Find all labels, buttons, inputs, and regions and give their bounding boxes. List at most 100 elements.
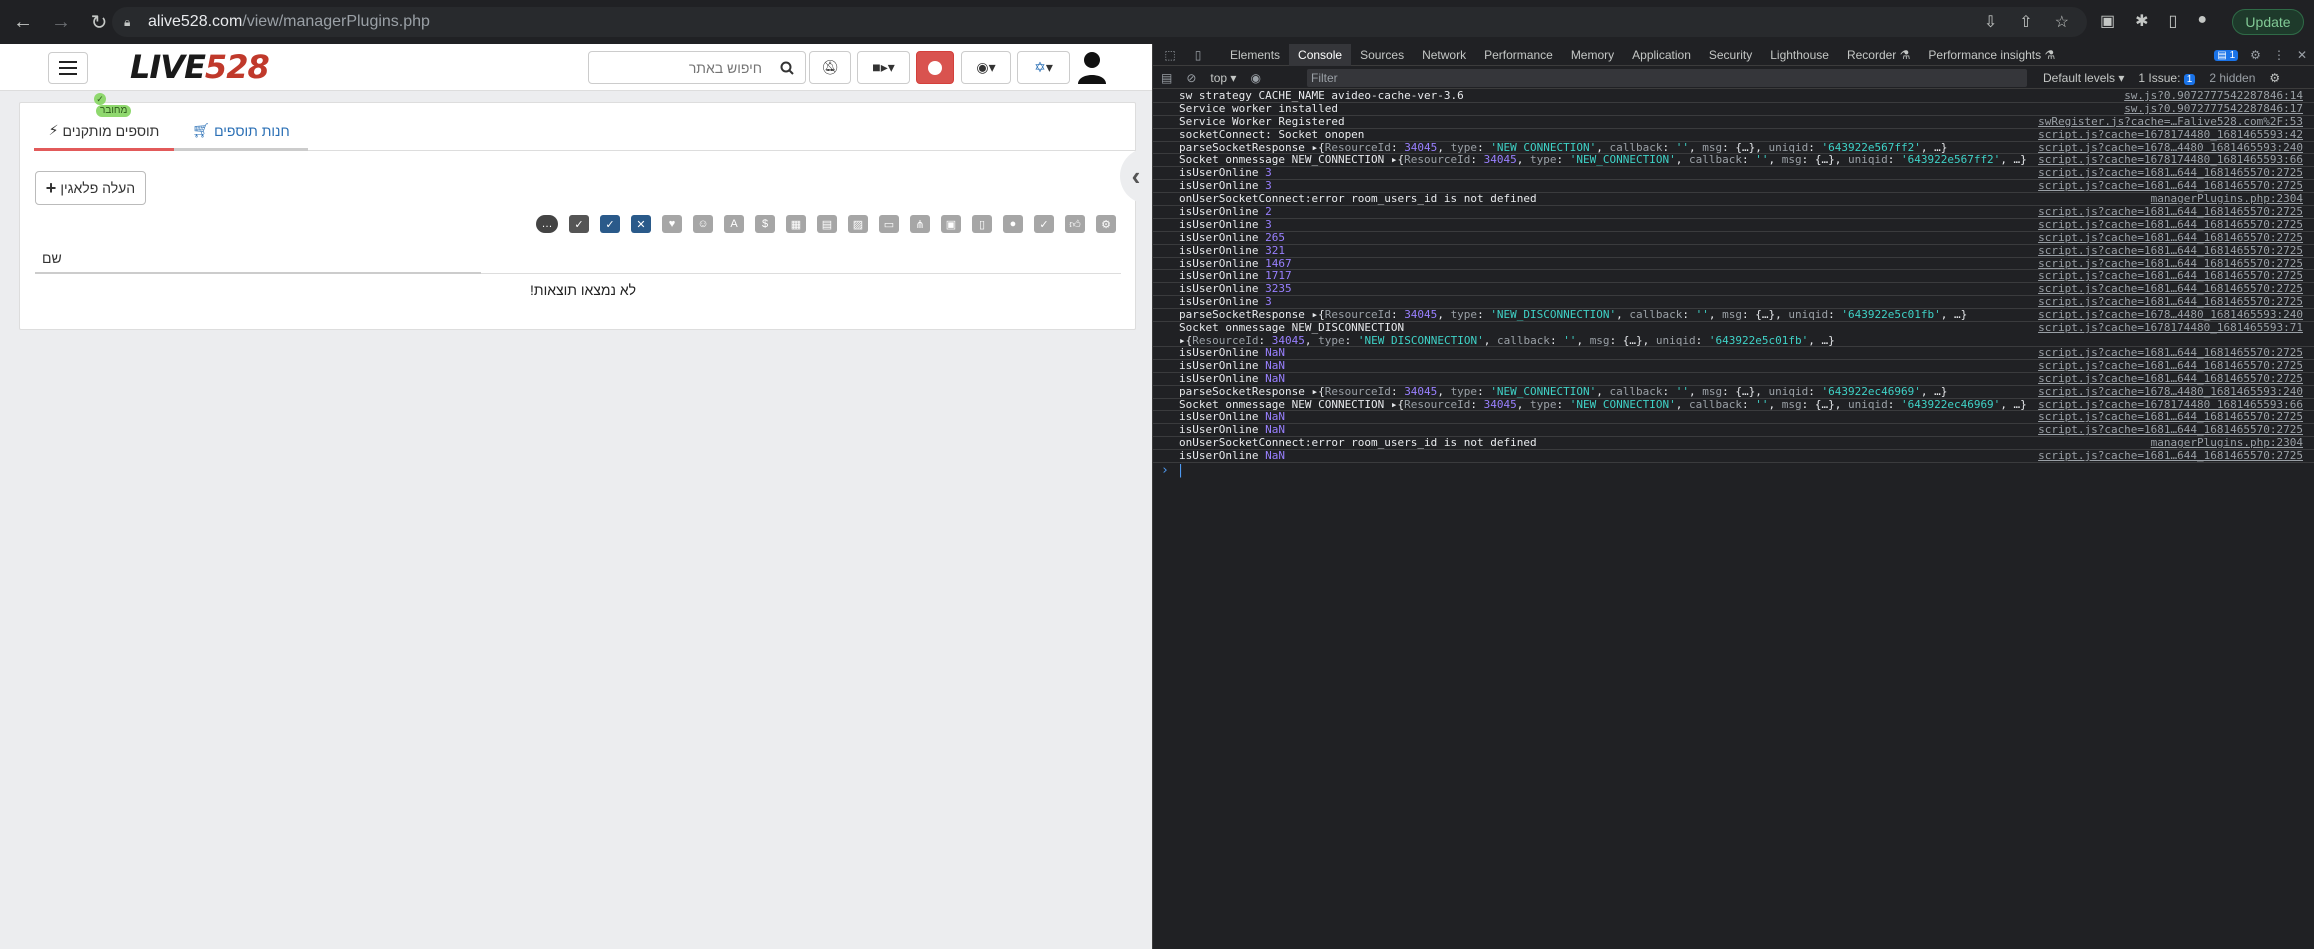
tab-security[interactable]: Security [1700, 44, 1761, 66]
device-toggle-icon[interactable]: ▯ [1187, 44, 1209, 66]
inspect-icon[interactable]: ⬚ [1159, 44, 1181, 66]
id-card-icon[interactable]: ▭ [879, 215, 899, 233]
upload-plugin-button[interactable]: + העלה פלאגין [35, 171, 146, 205]
images-icon[interactable]: ▨ [848, 215, 868, 233]
site-logo[interactable]: LIVE528 [130, 48, 270, 86]
console-source-link[interactable]: script.js?cache=1681…644_1681465570:2725 [2038, 219, 2303, 231]
sidebar-toggle-icon[interactable]: ▤ [1161, 71, 1172, 85]
heart-icon[interactable]: ♥ [662, 215, 682, 233]
console-object-preview[interactable]: ▸{ResourceId: 34045, type: 'NEW_DISCONNE… [1179, 334, 2314, 346]
console-source-link[interactable]: swRegister.js?cache=…Falive528.com%2F:53 [2038, 116, 2303, 128]
console-source-link[interactable]: script.js?cache=1681…644_1681465570:2725 [2038, 296, 2303, 308]
record-button[interactable] [916, 51, 954, 84]
eye-icon[interactable]: ◉ [1250, 71, 1260, 85]
thumbs-up-icon[interactable]: 👍︎ [1065, 215, 1085, 233]
tab-console[interactable]: Console [1289, 43, 1352, 66]
console-source-link[interactable]: script.js?cache=1681…644_1681465570:2725 [2038, 360, 2303, 372]
more-icon[interactable]: … [536, 215, 558, 233]
console-source-link[interactable]: managerPlugins.php:2304 [2151, 437, 2303, 449]
console-prompt-input[interactable]: › | [1153, 463, 2314, 478]
console-source-link[interactable]: script.js?cache=1681…644_1681465570:2725 [2038, 180, 2303, 192]
mobile-icon[interactable]: ▯ [972, 215, 992, 233]
tab-plugin-store[interactable]: 🛒︎ חנות תוספים [174, 113, 308, 151]
back-icon[interactable]: ← [8, 7, 38, 37]
more-options-icon[interactable]: ⋮ [2273, 48, 2285, 62]
console-source-link[interactable]: script.js?cache=1681…644_1681465570:2725 [2038, 450, 2303, 462]
console-source-link[interactable]: managerPlugins.php:2304 [2151, 193, 2303, 205]
console-source-link[interactable]: script.js?cache=1678174480_1681465593:66 [2038, 154, 2303, 166]
console-source-link[interactable]: sw.js?0.9072777542287846:17 [2124, 103, 2303, 115]
column-name-header[interactable]: שם [42, 250, 62, 266]
calendar-icon[interactable]: ▦ [786, 215, 806, 233]
sitemap-icon[interactable]: ⋔ [910, 215, 930, 233]
console-source-link[interactable]: script.js?cache=1678…4480_1681465593:240 [2038, 142, 2303, 154]
console-source-link[interactable]: sw.js?0.9072777542287846:14 [2124, 90, 2303, 102]
bookmark-star-icon[interactable]: ☆ [2055, 12, 2069, 32]
console-source-link[interactable]: script.js?cache=1681…644_1681465570:2725 [2038, 270, 2303, 282]
settings-gear-icon[interactable]: ⚙︎ [2250, 48, 2261, 62]
tab-application[interactable]: Application [1623, 44, 1700, 66]
console-source-link[interactable]: script.js?cache=1678…4480_1681465593:240 [2038, 309, 2303, 321]
sidepanel-icon[interactable]: ▯ [2169, 11, 2178, 31]
tab-network[interactable]: Network [1413, 44, 1475, 66]
console-source-link[interactable]: script.js?cache=1681…644_1681465570:2725 [2038, 373, 2303, 385]
issues-button[interactable]: 1 Issue: 1 [2138, 71, 2196, 85]
circle-icon[interactable]: ● [1003, 215, 1023, 233]
console-source-link[interactable]: script.js?cache=1678174480_1681465593:42 [2038, 129, 2303, 141]
console-source-link[interactable]: script.js?cache=1681…644_1681465570:2725 [2038, 245, 2303, 257]
console-source-link[interactable]: script.js?cache=1681…644_1681465570:2725 [2038, 283, 2303, 295]
check-icon[interactable]: ✓ [600, 215, 620, 233]
gear-icon[interactable]: ⚙︎ [1096, 215, 1116, 233]
tab-performance-insights[interactable]: Performance insights ⚗ [1919, 44, 2064, 66]
forward-icon[interactable]: → [46, 7, 76, 37]
live-dropdown-button[interactable]: ◉ ▾ [961, 51, 1011, 84]
tab-lighthouse[interactable]: Lighthouse [1761, 44, 1838, 66]
archive-icon[interactable]: ▤ [817, 215, 837, 233]
close-icon[interactable]: ✕ [2297, 48, 2307, 62]
check-double-icon[interactable]: ✓ [569, 215, 589, 233]
console-source-link[interactable]: script.js?cache=1678174480_1681465593:71 [2038, 322, 2303, 335]
user-avatar-icon[interactable] [1076, 50, 1108, 84]
search-icon[interactable] [772, 53, 802, 83]
console-source-link[interactable]: script.js?cache=1681…644_1681465570:2725 [2038, 232, 2303, 244]
address-bar[interactable]: 🔒︎ alive528.com /view/managerPlugins.php… [112, 7, 2087, 37]
console-settings-icon[interactable]: ⚙︎ [2269, 71, 2280, 85]
console-source-link[interactable]: script.js?cache=1681…644_1681465570:2725 [2038, 411, 2303, 423]
console-source-link[interactable]: script.js?cache=1681…644_1681465570:2725 [2038, 347, 2303, 359]
extension-icon[interactable]: ▣ [2100, 11, 2115, 31]
translate-icon[interactable]: A [724, 215, 744, 233]
update-button[interactable]: Update [2232, 9, 2304, 35]
check-mark-icon[interactable]: ✓ [1034, 215, 1054, 233]
log-levels-select[interactable]: Default levels ▾ [2043, 71, 2124, 85]
users-icon[interactable]: ☺ [693, 215, 713, 233]
clear-console-icon[interactable]: ⊘ [1186, 71, 1196, 85]
tab-elements[interactable]: Elements [1221, 44, 1289, 66]
profile-icon[interactable]: ● [2197, 11, 2207, 31]
notifications-off-button[interactable]: 🔕︎ [809, 51, 851, 84]
dollar-icon[interactable]: $ [755, 215, 775, 233]
x-icon[interactable]: ✕ [631, 215, 651, 233]
console-source-link[interactable]: script.js?cache=1681…644_1681465570:2725 [2038, 258, 2303, 270]
share-icon[interactable]: ⇧ [2019, 12, 2032, 32]
install-icon[interactable]: ⇩ [1984, 12, 1997, 32]
console-source-link[interactable]: script.js?cache=1681…644_1681465570:2725 [2038, 206, 2303, 218]
messages-badge[interactable]: ▤ 1 [2214, 49, 2239, 61]
console-source-link[interactable]: script.js?cache=1678174480_1681465593:66 [2038, 399, 2303, 411]
menu-button[interactable] [48, 52, 88, 84]
puzzle-icon[interactable]: ✱ [2135, 11, 2148, 31]
console-source-link[interactable]: script.js?cache=1678…4480_1681465593:240 [2038, 386, 2303, 398]
tab-recorder[interactable]: Recorder ⚗ [1838, 44, 1919, 66]
video-dropdown-button[interactable]: ■▸ ▾ [857, 51, 910, 84]
console-source-link[interactable]: script.js?cache=1681…644_1681465570:2725 [2038, 424, 2303, 436]
console-source-link[interactable]: script.js?cache=1681…644_1681465570:2725 [2038, 167, 2303, 179]
tab-memory[interactable]: Memory [1562, 44, 1623, 66]
tab-performance[interactable]: Performance [1475, 44, 1562, 66]
tab-installed-plugins[interactable]: ✓ מחובר ⚡︎ תוספים מותקנים [34, 93, 174, 151]
reload-icon[interactable]: ↻ [84, 7, 114, 37]
search-input[interactable] [597, 52, 772, 83]
language-dropdown-button[interactable]: ✡ ▾ [1017, 51, 1070, 84]
context-select[interactable]: top ▾ [1210, 71, 1236, 85]
lock-icon[interactable]: ▣ [941, 215, 961, 233]
tab-sources[interactable]: Sources [1351, 44, 1413, 66]
console-filter-input[interactable]: Filter [1307, 69, 2027, 87]
